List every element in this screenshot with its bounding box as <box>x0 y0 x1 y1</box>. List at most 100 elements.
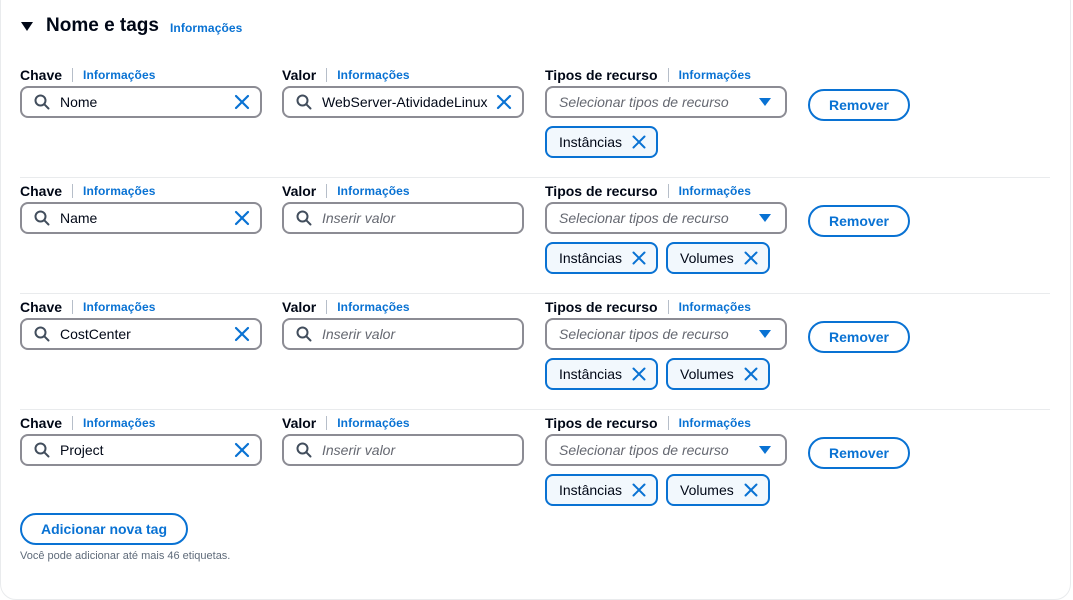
label-divider <box>326 300 328 314</box>
token-instancias: Instâncias <box>545 242 659 274</box>
key-label: Chave <box>20 183 63 199</box>
key-input[interactable]: CostCenter <box>20 318 262 350</box>
value-info-link[interactable]: Informações <box>337 416 409 430</box>
tag-row: Chave Informações CostCenter Valor Infor… <box>0 294 1060 410</box>
resource-types-select[interactable]: Selecionar tipos de recurso <box>545 86 787 118</box>
value-input[interactable]: WebServer-AtividadeLinux <box>282 86 524 118</box>
value-info-link[interactable]: Informações <box>337 184 409 198</box>
close-icon[interactable] <box>744 367 758 381</box>
resource-types-label: Tipos de recurso <box>545 67 658 83</box>
value-input[interactable]: Inserir valor <box>282 202 524 234</box>
label-divider <box>667 416 669 430</box>
key-info-link[interactable]: Informações <box>83 184 155 198</box>
key-input[interactable]: Project <box>20 434 262 466</box>
resource-tokens: Instâncias <box>545 126 659 158</box>
search-icon <box>34 442 50 458</box>
resource-types-field: Tipos de recurso Informações Selecionar … <box>545 62 787 158</box>
token-label: Volumes <box>680 366 734 382</box>
caret-down-icon <box>759 330 771 338</box>
value-field: Valor Informações Inserir valor <box>282 410 524 466</box>
close-icon[interactable] <box>632 135 646 149</box>
add-new-tag-button[interactable]: Adicionar nova tag <box>20 513 188 545</box>
close-icon[interactable] <box>632 251 646 265</box>
remove-button[interactable]: Remover <box>808 321 910 353</box>
value-input-value[interactable]: WebServer-AtividadeLinux <box>322 94 496 110</box>
section-info-link[interactable]: Informações <box>170 21 242 35</box>
resource-types-info-link[interactable]: Informações <box>679 184 751 198</box>
value-info-link[interactable]: Informações <box>337 68 409 82</box>
caret-down-icon <box>759 214 771 222</box>
clear-icon[interactable] <box>234 442 250 458</box>
resource-types-label: Tipos de recurso <box>545 415 658 431</box>
caret-down-icon <box>759 446 771 454</box>
remove-button[interactable]: Remover <box>808 437 910 469</box>
key-input-value[interactable]: Project <box>60 442 234 458</box>
search-icon <box>296 94 312 110</box>
label-divider <box>72 184 74 198</box>
key-input-value[interactable]: Nome <box>60 94 234 110</box>
label-divider <box>326 416 328 430</box>
value-input[interactable]: Inserir valor <box>282 434 524 466</box>
key-field: Chave Informações CostCenter <box>20 294 262 350</box>
search-icon <box>34 210 50 226</box>
key-input[interactable]: Nome <box>20 86 262 118</box>
resource-types-select[interactable]: Selecionar tipos de recurso <box>545 318 787 350</box>
key-info-link[interactable]: Informações <box>83 68 155 82</box>
resource-tokens: Instâncias Volumes <box>545 242 770 274</box>
resource-types-label: Tipos de recurso <box>545 183 658 199</box>
section-title: Nome e tags <box>46 15 159 36</box>
value-input-placeholder[interactable]: Inserir valor <box>322 442 522 458</box>
token-instancias: Instâncias <box>545 474 659 506</box>
tag-row: Chave Informações Project Valor Informaç… <box>0 410 1060 526</box>
clear-icon[interactable] <box>234 326 250 342</box>
key-input-value[interactable]: CostCenter <box>60 326 234 342</box>
resource-types-placeholder: Selecionar tipos de recurso <box>559 326 729 342</box>
value-info-link[interactable]: Informações <box>337 300 409 314</box>
resource-types-field: Tipos de recurso Informações Selecionar … <box>545 178 787 274</box>
token-instancias: Instâncias <box>545 126 659 158</box>
search-icon <box>296 210 312 226</box>
resource-types-info-link[interactable]: Informações <box>679 68 751 82</box>
close-icon[interactable] <box>632 483 646 497</box>
remove-button[interactable]: Remover <box>808 205 910 237</box>
clear-icon[interactable] <box>496 94 512 110</box>
resource-types-info-link[interactable]: Informações <box>679 416 751 430</box>
search-icon <box>296 326 312 342</box>
clear-icon[interactable] <box>234 94 250 110</box>
tag-row: Chave Informações Nome Valor Informações… <box>0 62 1060 178</box>
caret-down-icon[interactable] <box>20 19 34 33</box>
resource-types-select[interactable]: Selecionar tipos de recurso <box>545 434 787 466</box>
key-input[interactable]: Name <box>20 202 262 234</box>
key-label: Chave <box>20 299 63 315</box>
clear-icon[interactable] <box>234 210 250 226</box>
key-label: Chave <box>20 67 63 83</box>
key-info-link[interactable]: Informações <box>83 300 155 314</box>
token-volumes: Volumes <box>666 358 770 390</box>
remove-button[interactable]: Remover <box>808 89 910 121</box>
key-info-link[interactable]: Informações <box>83 416 155 430</box>
close-icon[interactable] <box>744 251 758 265</box>
key-field: Chave Informações Nome <box>20 62 262 118</box>
label-divider <box>72 416 74 430</box>
search-icon <box>34 94 50 110</box>
close-icon[interactable] <box>744 483 758 497</box>
value-input-placeholder[interactable]: Inserir valor <box>322 210 522 226</box>
token-label: Instâncias <box>559 134 623 150</box>
value-field: Valor Informações Inserir valor <box>282 178 524 234</box>
key-field: Chave Informações Project <box>20 410 262 466</box>
resource-types-select[interactable]: Selecionar tipos de recurso <box>545 202 787 234</box>
resource-types-info-link[interactable]: Informações <box>679 300 751 314</box>
resource-types-label: Tipos de recurso <box>545 299 658 315</box>
token-label: Volumes <box>680 482 734 498</box>
value-input-placeholder[interactable]: Inserir valor <box>322 326 522 342</box>
search-icon <box>296 442 312 458</box>
token-volumes: Volumes <box>666 474 770 506</box>
value-input[interactable]: Inserir valor <box>282 318 524 350</box>
close-icon[interactable] <box>632 367 646 381</box>
token-label: Volumes <box>680 250 734 266</box>
tag-limit-hint: Você pode adicionar até mais 46 etiqueta… <box>20 550 231 562</box>
value-field: Valor Informações WebServer-AtividadeLin… <box>282 62 524 118</box>
label-divider <box>72 68 74 82</box>
key-input-value[interactable]: Name <box>60 210 234 226</box>
value-label: Valor <box>282 415 317 431</box>
